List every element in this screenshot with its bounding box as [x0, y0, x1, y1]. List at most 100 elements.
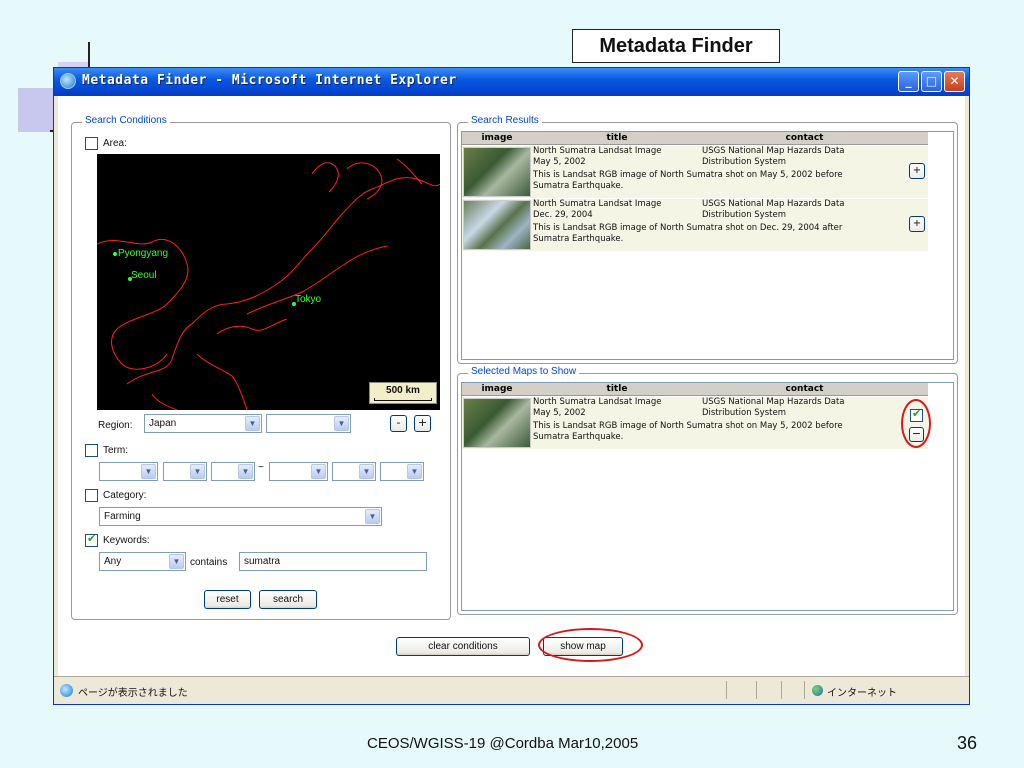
window-titlebar[interactable]: Metadata Finder - Microsoft Internet Exp… [54, 68, 969, 96]
term-checkbox[interactable] [85, 444, 98, 457]
column-header-title: title [606, 384, 628, 394]
selected-contact: USGS National Map Hazards Data [702, 397, 845, 407]
term-end-day-select[interactable]: ▼ [380, 462, 424, 481]
result-contact-line2: Distribution System [702, 157, 786, 167]
zone-text: インターネット [827, 688, 897, 699]
selected-maps-header: image title contact [462, 383, 928, 396]
term-end-month-select[interactable]: ▼ [332, 462, 376, 481]
region-sub-select[interactable]: ▼ [266, 414, 351, 433]
map-scale-bar: 500 km [369, 382, 437, 404]
scale-line [374, 398, 432, 401]
result-thumbnail[interactable] [463, 147, 531, 197]
result-thumbnail[interactable] [463, 200, 531, 250]
slide-title: Metadata Finder [572, 29, 780, 63]
page-content: Search Conditions Area: Pyongyang Seoul … [58, 96, 965, 676]
result-description: This is Landsat RGB image of North Sumat… [533, 170, 843, 180]
region-map[interactable]: Pyongyang Seoul Tokyo 500 km [97, 154, 440, 410]
result-contact: USGS National Map Hazards Data [702, 199, 845, 209]
category-select[interactable]: Farming ▼ [99, 507, 382, 526]
clear-conditions-button[interactable]: clear conditions [396, 637, 530, 656]
window-title: Metadata Finder - Microsoft Internet Exp… [82, 73, 457, 88]
zoom-out-button[interactable]: - [390, 415, 407, 432]
slide-number: 36 [957, 733, 978, 753]
category-checkbox[interactable] [85, 489, 98, 502]
status-divider [781, 681, 782, 699]
area-label: Area: [103, 138, 127, 149]
status-divider [726, 681, 727, 699]
close-button[interactable]: ✕ [944, 71, 965, 92]
selected-maps-legend: Selected Maps to Show [468, 366, 580, 377]
term-start-day-select[interactable]: ▼ [211, 462, 255, 481]
maximize-button[interactable]: □ [921, 71, 942, 92]
result-title: North Sumatra Landsat Image [533, 199, 662, 209]
chevron-down-icon[interactable]: ▼ [334, 416, 349, 431]
browser-window: Metadata Finder - Microsoft Internet Exp… [53, 67, 970, 705]
search-conditions-legend: Search Conditions [82, 115, 170, 126]
result-description-line2: Sumatra Earthquake. [533, 234, 624, 244]
keywords-mode-select[interactable]: Any ▼ [99, 552, 186, 571]
keywords-checkbox[interactable] [85, 532, 98, 547]
result-description-line2: Sumatra Earthquake. [533, 181, 624, 191]
internet-zone-icon [812, 685, 823, 696]
contains-label: contains [190, 557, 228, 568]
scale-label: 500 km [386, 385, 420, 396]
column-header-image: image [481, 384, 513, 394]
category-select-value: Farming [104, 511, 141, 522]
chevron-down-icon[interactable]: ▼ [359, 464, 374, 479]
chevron-down-icon[interactable]: ▼ [407, 464, 422, 479]
map-label-pyongyang: Pyongyang [118, 248, 169, 259]
selected-thumbnail[interactable] [463, 398, 531, 448]
keywords-input[interactable]: sumatra [239, 552, 427, 571]
add-map-button[interactable]: + [909, 163, 925, 179]
selected-description: This is Landsat RGB image of North Sumat… [533, 421, 843, 431]
status-divider [804, 681, 805, 699]
status-divider [756, 681, 757, 699]
reset-button[interactable]: reset [204, 590, 251, 609]
map-label-tokyo: Tokyo [295, 294, 322, 305]
term-end-year-select[interactable]: ▼ [269, 462, 328, 481]
keywords-label: Keywords: [103, 535, 150, 546]
term-label: Term: [103, 445, 128, 456]
result-description: This is Landsat RGB image of North Sumat… [533, 223, 843, 233]
term-start-month-select[interactable]: ▼ [163, 462, 207, 481]
chevron-down-icon[interactable]: ▼ [245, 416, 260, 431]
city-marker [113, 252, 117, 256]
zoom-in-button[interactable]: + [414, 415, 431, 432]
chevron-down-icon[interactable]: ▼ [238, 464, 253, 479]
term-separator: ~ [258, 462, 264, 473]
chevron-down-icon[interactable]: ▼ [190, 464, 205, 479]
result-title: North Sumatra Landsat Image [533, 146, 662, 156]
selected-date: May 5, 2002 [533, 408, 586, 418]
result-date: May 5, 2002 [533, 157, 586, 167]
region-label: Region: [98, 420, 133, 431]
chevron-down-icon[interactable]: ▼ [311, 464, 326, 479]
selected-title: North Sumatra Landsat Image [533, 397, 662, 407]
highlight-ellipse [538, 628, 643, 662]
map-label-seoul: Seoul [131, 270, 157, 281]
chevron-down-icon[interactable]: ▼ [141, 464, 156, 479]
search-button[interactable]: search [259, 590, 317, 609]
column-header-title: title [606, 133, 628, 143]
category-label: Category: [103, 490, 147, 501]
search-results-header: image title contact [462, 132, 928, 145]
selected-description-line2: Sumatra Earthquake. [533, 432, 624, 442]
ie-icon [60, 73, 76, 89]
column-header-contact: contact [785, 133, 824, 143]
search-results-legend: Search Results [468, 115, 542, 126]
slide-footer: CEOS/WGISS-19 @Cordba Mar10,2005 [367, 735, 639, 752]
region-select-value: Japan [149, 418, 177, 429]
page-icon [60, 684, 73, 697]
chevron-down-icon[interactable]: ▼ [169, 554, 184, 569]
minimize-button[interactable]: _ [898, 71, 919, 92]
highlight-ellipse [901, 399, 931, 448]
result-contact: USGS National Map Hazards Data [702, 146, 845, 156]
chevron-down-icon[interactable]: ▼ [365, 509, 380, 524]
term-start-year-select[interactable]: ▼ [99, 462, 158, 481]
area-checkbox[interactable] [85, 137, 98, 150]
result-contact-line2: Distribution System [702, 210, 786, 220]
add-map-button[interactable]: + [909, 216, 925, 232]
keywords-mode-value: Any [104, 556, 122, 567]
selected-contact-line2: Distribution System [702, 408, 786, 418]
region-select[interactable]: Japan ▼ [144, 414, 262, 433]
column-header-image: image [481, 133, 513, 143]
